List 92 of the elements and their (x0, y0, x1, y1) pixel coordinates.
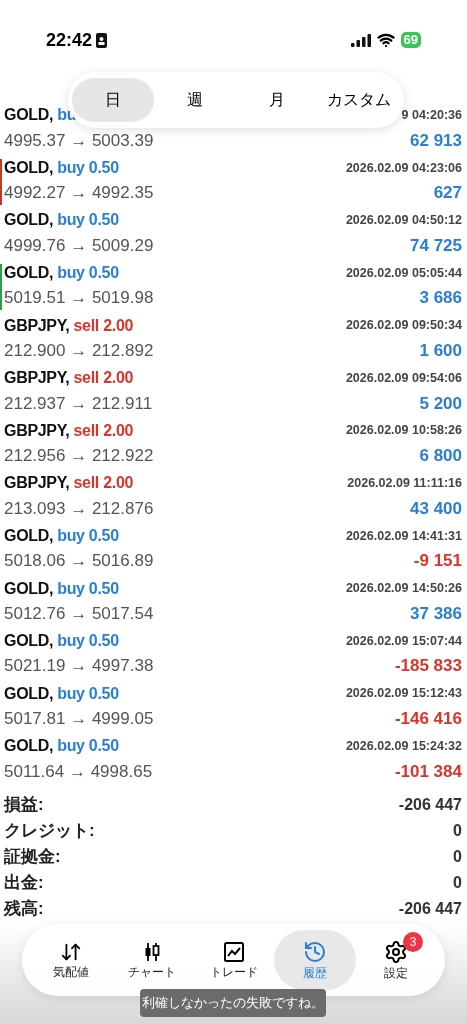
signal-icon (350, 33, 371, 47)
trade-side: buy 0.50 (57, 631, 119, 652)
summary-value: -206 447 (398, 794, 462, 815)
trade-profit: 6 800 (419, 445, 462, 468)
summary-value: 0 (453, 820, 462, 841)
id-card-icon (96, 32, 108, 48)
trade-symbol: GOLD, (4, 736, 54, 757)
trade-prices: 212.937 → 212.911 (4, 392, 153, 415)
trade-symbol: GOLD, (4, 210, 54, 231)
tab-bar-item[interactable]: 設定 3 (355, 930, 438, 990)
trade-side: buy 0.50 (57, 210, 119, 231)
trade-side: buy 0.50 (57, 263, 119, 284)
trade-symbol: GOLD, (4, 157, 54, 178)
trade-prices: 213.093 → 212.876 (4, 497, 154, 520)
wifi-icon (376, 31, 395, 49)
tab-bar-item[interactable]: トレード (192, 930, 275, 990)
trade-profit: -185 833 (394, 655, 462, 678)
trade-side: sell 2.00 (73, 473, 134, 494)
trade-symbol: GOLD, (4, 263, 54, 284)
trade-time: 2026.02.09 11:11:16 (347, 475, 462, 493)
trade-profit: 74 725 (410, 234, 462, 257)
trade-side: sell 2.00 (73, 315, 134, 336)
trade-side: buy 0.50 (57, 157, 119, 178)
trade-time: 9 04:20:36 (401, 106, 462, 124)
trade-side: sell 2.00 (73, 368, 134, 389)
trade-symbol: GBPJPY, (4, 315, 70, 336)
trade-prices: 5011.64 → 4998.65 (4, 760, 153, 783)
trade-time: 2026.02.09 04:50:12 (345, 212, 462, 230)
trade-profit: 62 913 (410, 129, 462, 152)
arrows-icon (59, 941, 82, 963)
summary-label: 損益: (4, 793, 44, 816)
trade-side: sell 2.00 (73, 420, 134, 441)
trade-time: 2026.02.09 14:50:26 (345, 580, 462, 598)
summary-value: 0 (453, 846, 462, 867)
period-tab[interactable]: カスタム (318, 78, 400, 122)
trade-prices: 5021.19 → 4997.38 (4, 655, 154, 678)
period-tab[interactable]: 月 (236, 78, 318, 122)
status-time: 22:42 (46, 28, 93, 52)
trade-profit: -101 384 (394, 760, 462, 783)
trade-side: buy 0.50 (57, 526, 119, 547)
trade-profit: 5 200 (419, 392, 462, 415)
trade-prices: 212.900 → 212.892 (4, 339, 154, 362)
trade-side: buy 0.50 (57, 578, 119, 599)
trade-profit: 43 400 (410, 497, 462, 520)
trade-symbol: GOLD, (4, 526, 54, 547)
trade-profit: -9 151 (413, 550, 462, 573)
trade-time: 2026.02.09 15:12:43 (345, 685, 462, 703)
trade-profit: -146 416 (394, 708, 462, 731)
line-chart-icon (222, 941, 245, 963)
trade-symbol: GOLD, (4, 105, 54, 126)
trade-time: 2026.02.09 09:54:06 (345, 369, 462, 387)
trade-profit: 3 686 (419, 287, 462, 310)
hint-toast: 利確しなかったの失敗ですね。 (140, 989, 326, 1017)
trade-prices: 5018.06 → 5016.89 (4, 550, 154, 573)
trade-symbol: GBPJPY, (4, 368, 70, 389)
period-tab[interactable]: 週 (154, 78, 236, 122)
trade-prices: 212.956 → 212.922 (4, 445, 154, 468)
tab-bar-item[interactable]: 履歴 (274, 930, 356, 990)
battery-icon: 69 (400, 32, 421, 48)
summary-value: 0 (453, 872, 462, 893)
trade-side: buy 0.50 (57, 683, 119, 704)
trade-prices: 5019.51 → 5019.98 (4, 287, 154, 310)
trade-prices: 4999.76 → 5009.29 (4, 234, 154, 257)
trade-time: 2026.02.09 15:24:32 (345, 738, 462, 756)
trade-profit: 37 386 (410, 602, 462, 625)
summary-label: 証拠金: (4, 845, 61, 868)
notification-badge: 3 (403, 932, 424, 952)
trade-profit: 627 (433, 182, 462, 205)
trade-prices: 4992.27 → 4992.35 (4, 182, 154, 205)
trade-prices: 4995.37 → 5003.39 (4, 129, 154, 152)
trade-time: 2026.02.09 14:41:31 (345, 527, 462, 545)
summary-label: 出金: (4, 871, 44, 894)
summary-label: 残高: (4, 897, 44, 920)
trade-time: 2026.02.09 04:23:06 (345, 159, 462, 177)
summary-label: クレジット: (4, 819, 95, 842)
summary-value: -206 447 (398, 898, 462, 919)
trade-prices: 5017.81 → 4999.05 (4, 708, 154, 731)
history-icon (302, 940, 327, 964)
tab-bar-item[interactable]: 気配値 (30, 930, 112, 990)
settings-icon (384, 940, 409, 964)
trade-symbol: GBPJPY, (4, 420, 70, 441)
trade-time: 2026.02.09 10:58:26 (345, 422, 462, 440)
trade-time: 2026.02.09 05:05:44 (345, 264, 462, 282)
trade-symbol: GOLD, (4, 683, 54, 704)
trade-profit: 1 600 (419, 339, 462, 362)
trade-symbol: GOLD, (4, 578, 54, 599)
trade-prices: 5012.76 → 5017.54 (4, 602, 154, 625)
trade-time: 2026.02.09 15:07:44 (345, 632, 462, 650)
trade-time: 2026.02.09 09:50:34 (345, 317, 462, 335)
trade-symbol: GBPJPY, (4, 473, 70, 494)
trade-symbol: GOLD, (4, 631, 54, 652)
trade-side: buy 0.50 (57, 736, 119, 757)
